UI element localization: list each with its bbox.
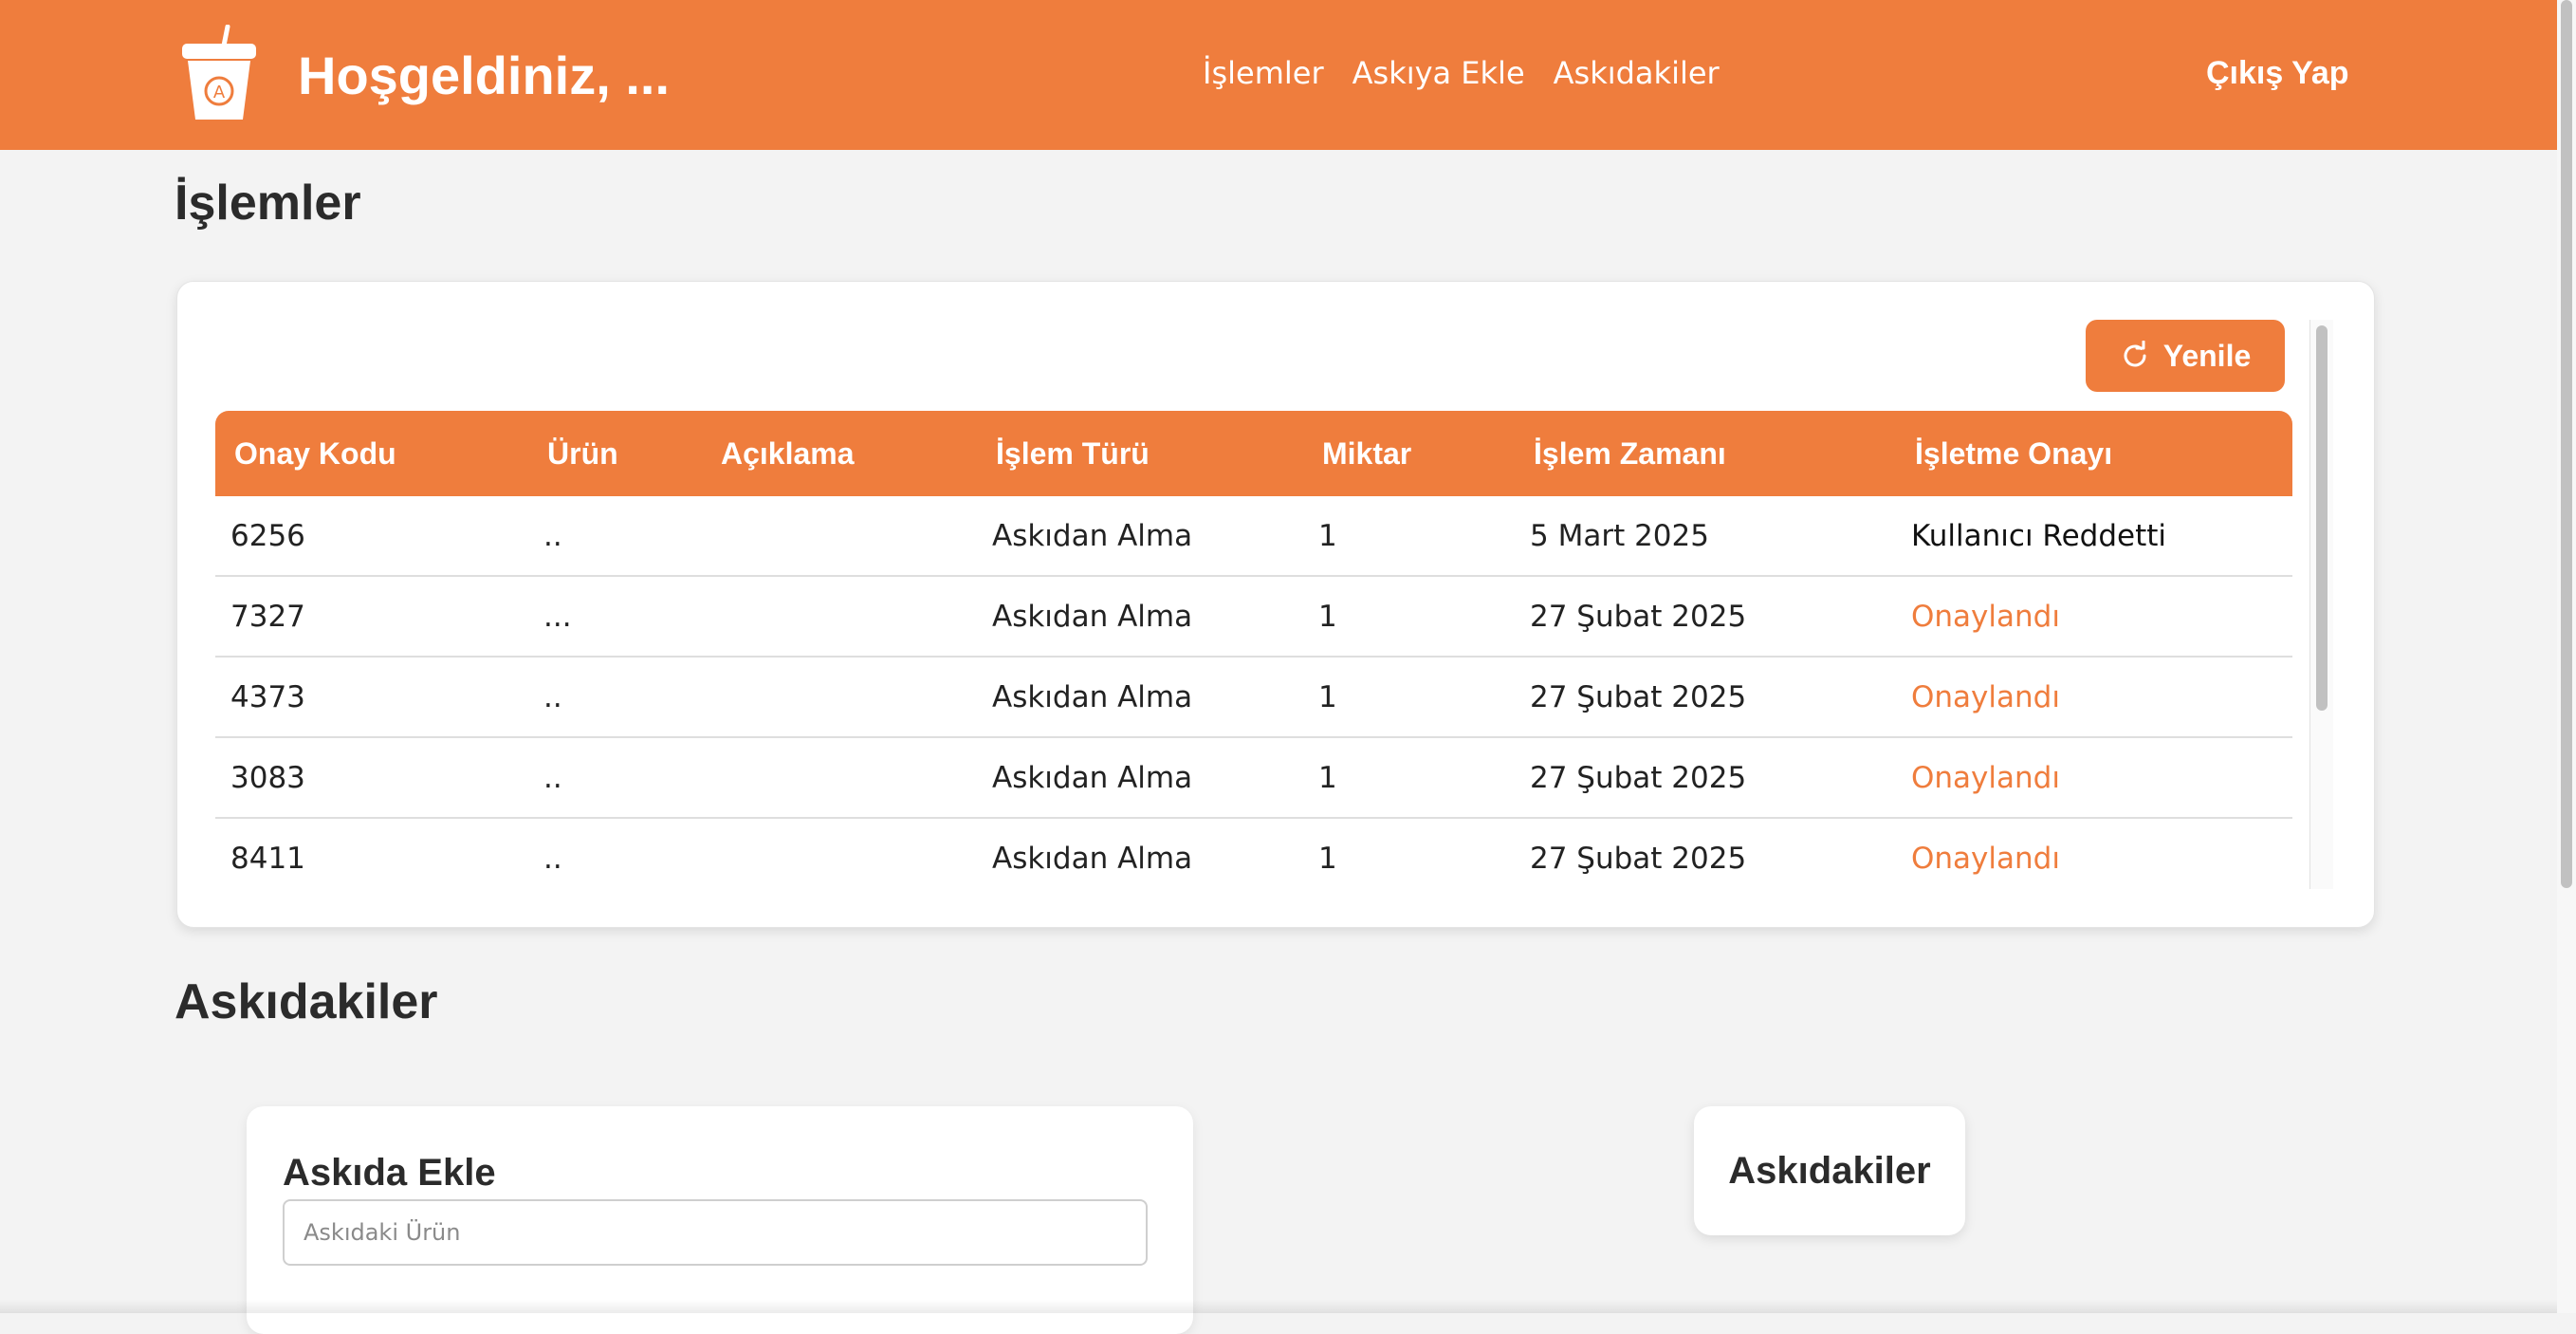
table-row[interactable]: 8411 .. Askıdan Alma 1 27 Şubat 2025 Ona… (215, 818, 2292, 885)
add-suspended-title: Askıda Ekle (283, 1152, 496, 1194)
column-header-aciklama[interactable]: Açıklama (702, 411, 977, 496)
refresh-button[interactable]: Yenile (2086, 320, 2285, 392)
column-header-islem-turu[interactable]: İşlem Türü (977, 411, 1303, 496)
cell-onay-kodu: 8411 (215, 818, 528, 885)
cell-islem-zamani: 27 Şubat 2025 (1515, 737, 1896, 819)
cell-miktar: 1 (1303, 496, 1515, 577)
table-row[interactable]: 6256 .. Askıdan Alma 1 5 Mart 2025 Kulla… (215, 496, 2292, 577)
nav-link-askiya-ekle[interactable]: Askıya Ekle (1352, 53, 1525, 93)
logout-button[interactable]: Çıkış Yap (2206, 53, 2349, 93)
cell-urun: .. (528, 496, 702, 577)
cell-islem-turu: Askıdan Alma (977, 657, 1303, 738)
cell-urun: .. (528, 657, 702, 738)
page-scrollbar[interactable] (2557, 0, 2576, 1313)
cell-islem-turu: Askıdan Alma (977, 576, 1303, 658)
table-header-row: Onay Kodu Ürün Açıklama İşlem Türü Mikta… (215, 411, 2292, 496)
column-header-isletme-onayi[interactable]: İşletme Onayı (1896, 411, 2292, 496)
transactions-table: Onay Kodu Ürün Açıklama İşlem Türü Mikta… (215, 411, 2292, 885)
refresh-button-label: Yenile (2162, 338, 2252, 373)
cell-islem-zamani: 27 Şubat 2025 (1515, 818, 1896, 885)
cell-islem-turu: Askıdan Alma (977, 496, 1303, 577)
cell-islem-zamani: 27 Şubat 2025 (1515, 576, 1896, 658)
cell-onay-kodu: 6256 (215, 496, 528, 577)
suspended-list-title: Askıdakiler (1728, 1149, 1931, 1192)
top-navbar: A Hoşgeldiniz, ... İşlemler Askıya Ekle … (0, 0, 2557, 150)
transactions-table-container[interactable]: Onay Kodu Ürün Açıklama İşlem Türü Mikta… (215, 411, 2292, 885)
cell-onay-kodu: 4373 (215, 657, 528, 738)
suspended-list-card[interactable]: Askıdakiler (1694, 1106, 1965, 1235)
bottom-edge-shadow (0, 1300, 2557, 1313)
cell-isletme-onayi: Kullanıcı Reddetti (1896, 496, 2292, 577)
nav-link-askidakiler[interactable]: Askıdakiler (1554, 53, 1720, 93)
cell-islem-zamani: 5 Mart 2025 (1515, 496, 1896, 577)
table-scrollbar-thumb[interactable] (2316, 325, 2328, 711)
svg-text:A: A (213, 83, 226, 102)
cell-miktar: 1 (1303, 657, 1515, 738)
cell-miktar: 1 (1303, 737, 1515, 819)
cell-islem-turu: Askıdan Alma (977, 818, 1303, 885)
cell-onay-kodu: 3083 (215, 737, 528, 819)
cell-aciklama (702, 657, 977, 738)
page-scrollbar-thumb[interactable] (2561, 0, 2572, 888)
refresh-icon (2124, 341, 2146, 367)
table-row[interactable]: 3083 .. Askıdan Alma 1 27 Şubat 2025 Ona… (215, 737, 2292, 819)
section-title-askidakiler: Askıdakiler (175, 974, 438, 1029)
column-header-miktar[interactable]: Miktar (1303, 411, 1515, 496)
section-title-islemler: İşlemler (175, 176, 361, 231)
cell-urun: ... (528, 576, 702, 658)
cell-urun: .. (528, 737, 702, 819)
cell-miktar: 1 (1303, 818, 1515, 885)
column-header-onay-kodu[interactable]: Onay Kodu (215, 411, 528, 496)
welcome-title: Hoşgeldiniz, ... (298, 46, 671, 105)
cell-isletme-onayi: Onaylandı (1896, 576, 2292, 658)
cell-urun: .. (528, 818, 702, 885)
cell-isletme-onayi: Onaylandı (1896, 818, 2292, 885)
cell-aciklama (702, 737, 977, 819)
suspended-product-input[interactable] (283, 1199, 1148, 1266)
table-row[interactable]: 4373 .. Askıdan Alma 1 27 Şubat 2025 Ona… (215, 657, 2292, 738)
cell-islem-zamani: 27 Şubat 2025 (1515, 657, 1896, 738)
main-nav: İşlemler Askıya Ekle Askıdakiler (1203, 53, 1720, 93)
cell-isletme-onayi: Onaylandı (1896, 657, 2292, 738)
cell-islem-turu: Askıdan Alma (977, 737, 1303, 819)
cell-aciklama (702, 576, 977, 658)
cell-aciklama (702, 818, 977, 885)
cell-onay-kodu: 7327 (215, 576, 528, 658)
column-header-islem-zamani[interactable]: İşlem Zamanı (1515, 411, 1896, 496)
cell-miktar: 1 (1303, 576, 1515, 658)
column-header-urun[interactable]: Ürün (528, 411, 702, 496)
cell-aciklama (702, 496, 977, 577)
transactions-card: Yenile Onay Kodu Ürün Açıklama İşlem Tür… (176, 281, 2375, 928)
nav-link-islemler[interactable]: İşlemler (1203, 53, 1324, 93)
table-row[interactable]: 7327 ... Askıdan Alma 1 27 Şubat 2025 On… (215, 576, 2292, 658)
coffee-cup-icon[interactable]: A (178, 25, 260, 123)
table-scrollbar[interactable] (2309, 320, 2333, 889)
cell-isletme-onayi: Onaylandı (1896, 737, 2292, 819)
